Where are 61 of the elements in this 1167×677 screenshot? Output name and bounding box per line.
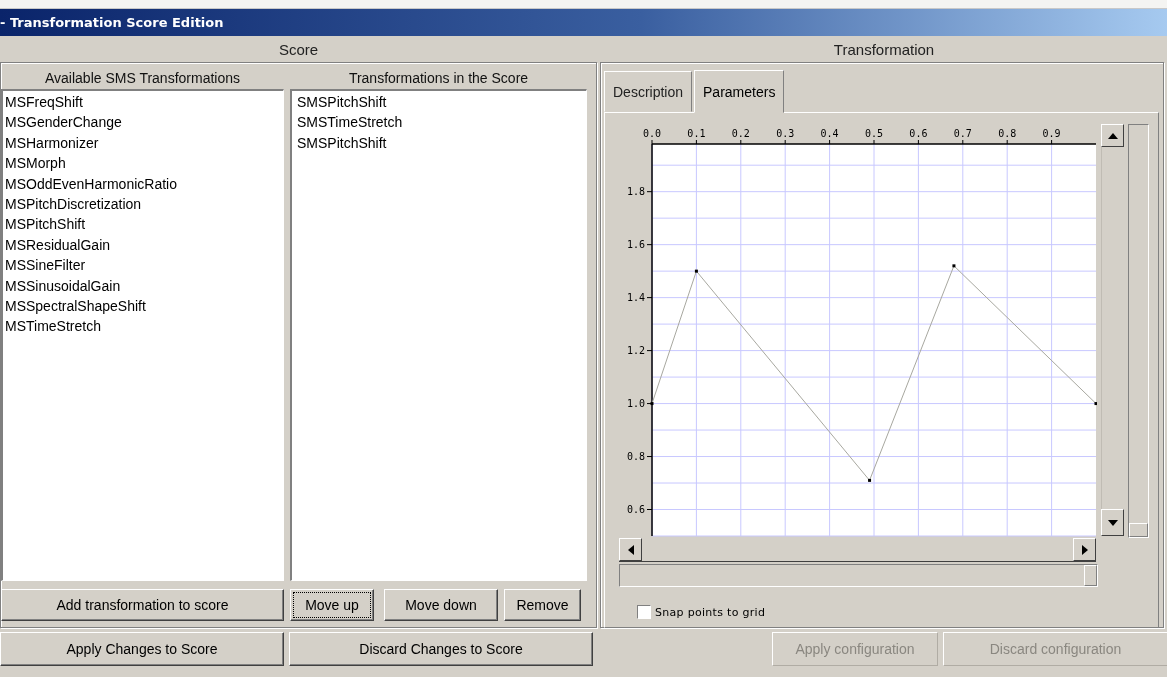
list-heading: Available SMS Transformations bbox=[44, 70, 241, 86]
list-item[interactable]: MSOddEvenHarmonicRatio bbox=[5, 173, 281, 195]
list-item[interactable]: MSPitchShift bbox=[5, 214, 281, 235]
x-tick-label: 0.1 bbox=[687, 128, 706, 139]
footer-button[interactable]: Apply Changes to Score bbox=[0, 632, 284, 666]
action-button[interactable]: Move up bbox=[290, 589, 374, 621]
list-item[interactable]: MSFreqShift bbox=[5, 92, 281, 113]
breakpoint-handle[interactable] bbox=[952, 264, 956, 268]
list-item[interactable]: MSSpectralShapeShift bbox=[5, 296, 281, 317]
list-item[interactable]: MSPitchDiscretization bbox=[5, 194, 281, 215]
vertical-slider[interactable] bbox=[1128, 124, 1149, 538]
y-tick-label: 0.6 bbox=[626, 504, 645, 515]
breakpoint-handle[interactable] bbox=[694, 269, 698, 273]
action-button[interactable]: Move down bbox=[384, 589, 498, 621]
scroll-left-button[interactable] bbox=[619, 538, 642, 561]
list-item[interactable]: SMSTimeStretch bbox=[294, 112, 584, 133]
x-tick-label: 0.6 bbox=[909, 128, 928, 139]
horizontal-scrollbar[interactable] bbox=[619, 538, 1096, 562]
tab[interactable]: Parameters bbox=[694, 70, 785, 113]
x-tick-label: 0.9 bbox=[1042, 128, 1061, 139]
x-tick-label: 0.8 bbox=[998, 128, 1017, 139]
vertical-scrollbar[interactable] bbox=[1101, 124, 1124, 536]
checkbox[interactable] bbox=[637, 605, 651, 619]
breakpoint-handle[interactable] bbox=[650, 402, 654, 406]
y-tick-label: 1.6 bbox=[626, 239, 645, 251]
list-item[interactable]: MSSinusoidalGain bbox=[5, 275, 281, 297]
tab[interactable]: Description bbox=[604, 71, 693, 112]
y-tick-label: 1.4 bbox=[626, 292, 645, 304]
horizontal-slider[interactable] bbox=[619, 564, 1098, 587]
scroll-up-button[interactable] bbox=[1101, 124, 1124, 147]
list-item[interactable]: MSMorph bbox=[5, 153, 281, 174]
x-tick-label: 0.0 bbox=[642, 128, 662, 139]
scroll-down-button[interactable] bbox=[1101, 509, 1124, 536]
list-item[interactable]: MSSineFilter bbox=[5, 255, 281, 276]
list-item[interactable]: MSResidualGain bbox=[5, 234, 281, 256]
x-tick-label: 0.5 bbox=[864, 128, 884, 139]
x-tick-label: 0.2 bbox=[731, 128, 750, 139]
list-item[interactable]: MSGenderChange bbox=[5, 112, 281, 133]
section-heading: Score bbox=[278, 40, 319, 58]
slider-thumb[interactable] bbox=[1084, 565, 1097, 586]
action-button[interactable]: Add transformation to score bbox=[1, 589, 284, 621]
section-heading: Transformation bbox=[833, 40, 935, 58]
breakpoint-handle[interactable] bbox=[1094, 402, 1097, 406]
footer-button[interactable]: Discard Changes to Score bbox=[289, 632, 593, 666]
x-tick-label: 0.4 bbox=[820, 128, 839, 139]
list-item[interactable]: MSTimeStretch bbox=[5, 316, 281, 337]
x-tick-label: 0.7 bbox=[953, 128, 972, 139]
x-tick-label: 0.3 bbox=[776, 128, 795, 139]
list-heading: Transformations in the Score bbox=[348, 70, 529, 86]
list-item[interactable]: MSHarmonizer bbox=[5, 132, 281, 154]
breakpoint-handle[interactable] bbox=[868, 478, 872, 482]
y-tick-label: 1.2 bbox=[626, 345, 645, 357]
list-item[interactable]: SMSPitchShift bbox=[294, 92, 584, 113]
y-tick-label: 0.8 bbox=[626, 451, 645, 463]
action-button[interactable]: Remove bbox=[504, 589, 581, 621]
list-item[interactable]: SMSPitchShift bbox=[294, 132, 584, 154]
slider-thumb[interactable] bbox=[1129, 523, 1148, 537]
y-tick-label: 1.8 bbox=[626, 186, 645, 198]
window-title: - Transformation Score Edition bbox=[0, 15, 224, 30]
y-tick-label: 1.0 bbox=[626, 398, 645, 410]
scroll-right-button[interactable] bbox=[1073, 538, 1096, 561]
